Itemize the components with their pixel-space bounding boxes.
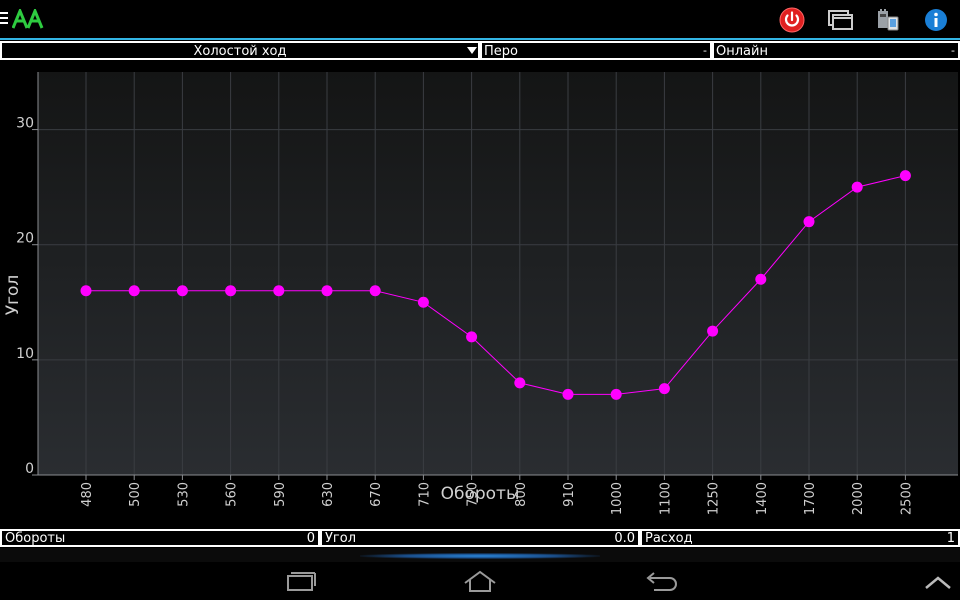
x-tick-label: 2500: [899, 482, 914, 515]
plot-background: [38, 72, 958, 475]
data-point[interactable]: [466, 331, 478, 343]
data-point[interactable]: [80, 285, 92, 297]
data-point[interactable]: [321, 285, 333, 297]
y-axis-label: Угол: [3, 275, 23, 316]
x-tick-label: 1000: [610, 482, 625, 515]
recent-apps-icon[interactable]: [280, 570, 320, 594]
data-point[interactable]: [610, 388, 622, 400]
x-tick-label: 480: [80, 482, 95, 507]
home-icon[interactable]: [460, 570, 500, 594]
angle-status: Угол 0.0: [320, 529, 640, 547]
x-tick-label: 500: [128, 482, 143, 507]
pen-selector[interactable]: Перо -: [480, 41, 712, 60]
x-tick-label: 530: [176, 482, 191, 507]
data-point[interactable]: [562, 388, 574, 400]
data-point[interactable]: [225, 285, 237, 297]
angle-label: Угол: [325, 531, 357, 546]
scroll-glow: [0, 548, 960, 562]
mode-selector-label: Холостой ход: [193, 44, 287, 59]
info-icon[interactable]: [922, 6, 950, 34]
data-point[interactable]: [658, 383, 670, 395]
rpm-status: Обороты 0: [0, 529, 320, 547]
online-selector-label: Онлайн: [716, 44, 768, 59]
status-row: Обороты 0 Угол 0.0 Расход 1: [0, 529, 960, 547]
x-tick-label: 2000: [851, 482, 866, 515]
x-tick-label: 1100: [658, 482, 673, 515]
system-nav-bar: [0, 562, 960, 600]
rpm-label: Обороты: [5, 531, 66, 546]
app-logo[interactable]: [12, 9, 44, 29]
back-icon[interactable]: [640, 570, 680, 594]
flow-status: Расход 1: [640, 529, 960, 547]
pen-selector-label: Перо: [484, 44, 518, 59]
y-tick-label: 0: [25, 461, 34, 477]
dropdown-arrow-icon: [467, 47, 477, 54]
x-tick-label: 590: [273, 482, 288, 507]
ignition-angle-chart[interactable]: 0102030 480 500 530 560 590 630 670 710 750 800 91…: [0, 62, 960, 526]
x-tick-label: 1250: [707, 482, 722, 515]
data-point[interactable]: [514, 377, 526, 389]
x-tick-label: 710: [417, 482, 432, 507]
x-tick-label: 1400: [755, 482, 770, 515]
data-point[interactable]: [417, 296, 429, 308]
online-selector[interactable]: Онлайн -: [712, 41, 960, 60]
flow-value: 1: [946, 531, 955, 546]
data-point[interactable]: [755, 273, 767, 285]
windows-icon[interactable]: [826, 6, 854, 34]
y-tick-label: 10: [16, 346, 34, 362]
x-axis-label: Обороты: [441, 484, 520, 504]
data-point[interactable]: [369, 285, 381, 297]
x-tick-label: 560: [225, 482, 240, 507]
chevron-up-icon[interactable]: [918, 570, 958, 594]
data-point[interactable]: [899, 170, 911, 182]
x-tick-label: 1700: [803, 482, 818, 515]
mode-selector[interactable]: Холостой ход: [0, 41, 480, 60]
data-point[interactable]: [707, 325, 719, 337]
x-tick-label: 910: [562, 482, 577, 507]
data-point[interactable]: [176, 285, 188, 297]
y-tick-label: 20: [16, 231, 34, 247]
angle-value: 0.0: [614, 531, 635, 546]
x-tick-label: 630: [321, 482, 336, 507]
action-bar: [0, 0, 960, 40]
data-point[interactable]: [851, 181, 863, 193]
y-tick-label: 30: [16, 116, 34, 132]
device-icon[interactable]: [874, 6, 902, 34]
data-point[interactable]: [273, 285, 285, 297]
selector-row: Холостой ход Перо - Онлайн -: [0, 41, 960, 61]
rpm-value: 0: [306, 531, 315, 546]
data-point[interactable]: [128, 285, 140, 297]
pen-selector-indicator: -: [703, 44, 707, 57]
x-tick-label: 670: [369, 482, 384, 507]
flow-label: Расход: [645, 531, 693, 546]
chart-area: 0 10 20 30 480 500 530 560 590 630 670 710 750 800 91…: [0, 62, 960, 526]
online-selector-indicator: -: [951, 44, 955, 57]
menu-icon[interactable]: [0, 12, 8, 26]
data-point[interactable]: [803, 216, 815, 228]
power-icon[interactable]: [778, 6, 806, 34]
